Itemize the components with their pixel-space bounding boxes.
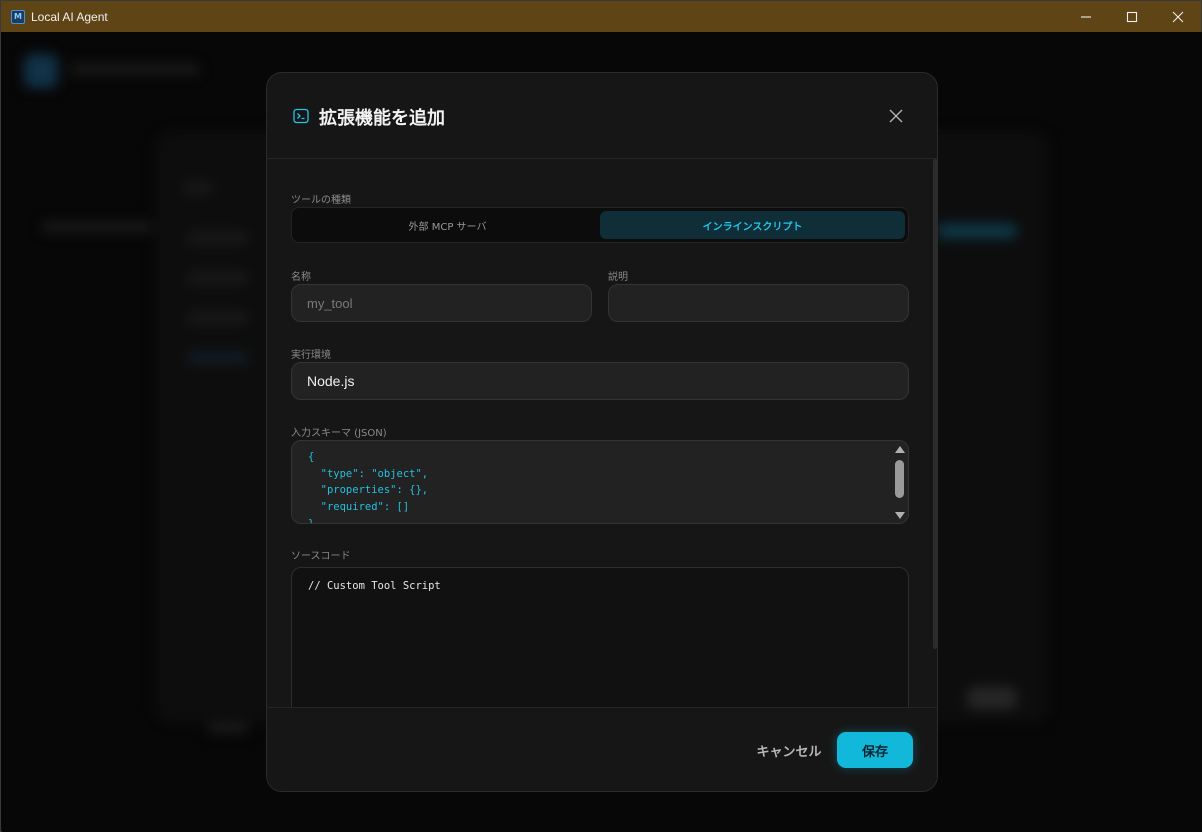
runtime-select[interactable]: Node.js	[291, 362, 909, 400]
description-label: 説明	[608, 272, 628, 283]
tool-type-label: ツールの種類	[291, 195, 351, 206]
scroll-up-icon[interactable]	[895, 446, 905, 453]
background-logo	[24, 54, 58, 88]
maximize-icon	[1126, 11, 1138, 22]
segment-external-mcp[interactable]: 外部 MCP サーバ	[295, 211, 600, 239]
close-icon	[1172, 11, 1184, 22]
source-code-label: ソースコード	[291, 551, 351, 562]
input-schema-label: 入力スキーマ (JSON)	[291, 428, 387, 439]
window-controls	[1063, 1, 1201, 32]
description-field[interactable]	[608, 284, 909, 322]
source-code-editor[interactable]: // Custom Tool Script	[291, 567, 909, 707]
tool-type-selector: 外部 MCP サーバ インラインスクリプト	[291, 207, 909, 243]
cancel-button[interactable]: キャンセル	[739, 736, 839, 764]
dialog-header: 拡張機能を追加	[267, 73, 937, 159]
dialog-scrollbar[interactable]	[933, 159, 937, 649]
runtime-label: 実行環境	[291, 350, 331, 361]
window-title: Local AI Agent	[31, 9, 108, 24]
source-code-text: // Custom Tool Script	[308, 580, 441, 592]
name-label: 名称	[291, 272, 311, 283]
schema-scrollbar[interactable]	[893, 443, 906, 521]
title-bar[interactable]: M Local AI Agent	[1, 1, 1201, 32]
input-schema-code: { "type": "object", "properties": {}, "r…	[308, 451, 429, 524]
save-button[interactable]: 保存	[837, 732, 913, 768]
terminal-icon	[293, 108, 309, 124]
background-button	[967, 687, 1017, 709]
close-dialog-button[interactable]	[886, 106, 906, 126]
app-logo-icon: M	[11, 9, 25, 24]
name-field[interactable]: my_tool	[291, 284, 592, 322]
segment-inline-script[interactable]: インラインスクリプト	[600, 211, 905, 239]
minimize-button[interactable]	[1063, 1, 1109, 32]
minimize-icon	[1081, 15, 1091, 18]
background-accent	[937, 224, 1017, 238]
dialog-body[interactable]: ツールの種類 外部 MCP サーバ インラインスクリプト 名称 my_tool …	[267, 159, 937, 707]
input-schema-editor[interactable]: { "type": "object", "properties": {}, "r…	[291, 440, 909, 524]
add-extension-dialog: 拡張機能を追加 ツールの種類 外部 MCP サーバ インラインスクリプト 名称 …	[266, 72, 938, 792]
scroll-thumb[interactable]	[895, 460, 904, 498]
close-icon	[889, 109, 903, 123]
dialog-title: 拡張機能を追加	[319, 108, 445, 129]
maximize-button[interactable]	[1109, 1, 1155, 32]
close-window-button[interactable]	[1155, 1, 1201, 32]
dialog-footer: キャンセル 保存	[267, 707, 937, 791]
scroll-down-icon[interactable]	[895, 512, 905, 519]
app-window: M Local AI Agent 拡張機能を追加 ツールの種類 外部 MCP サ…	[0, 0, 1202, 832]
